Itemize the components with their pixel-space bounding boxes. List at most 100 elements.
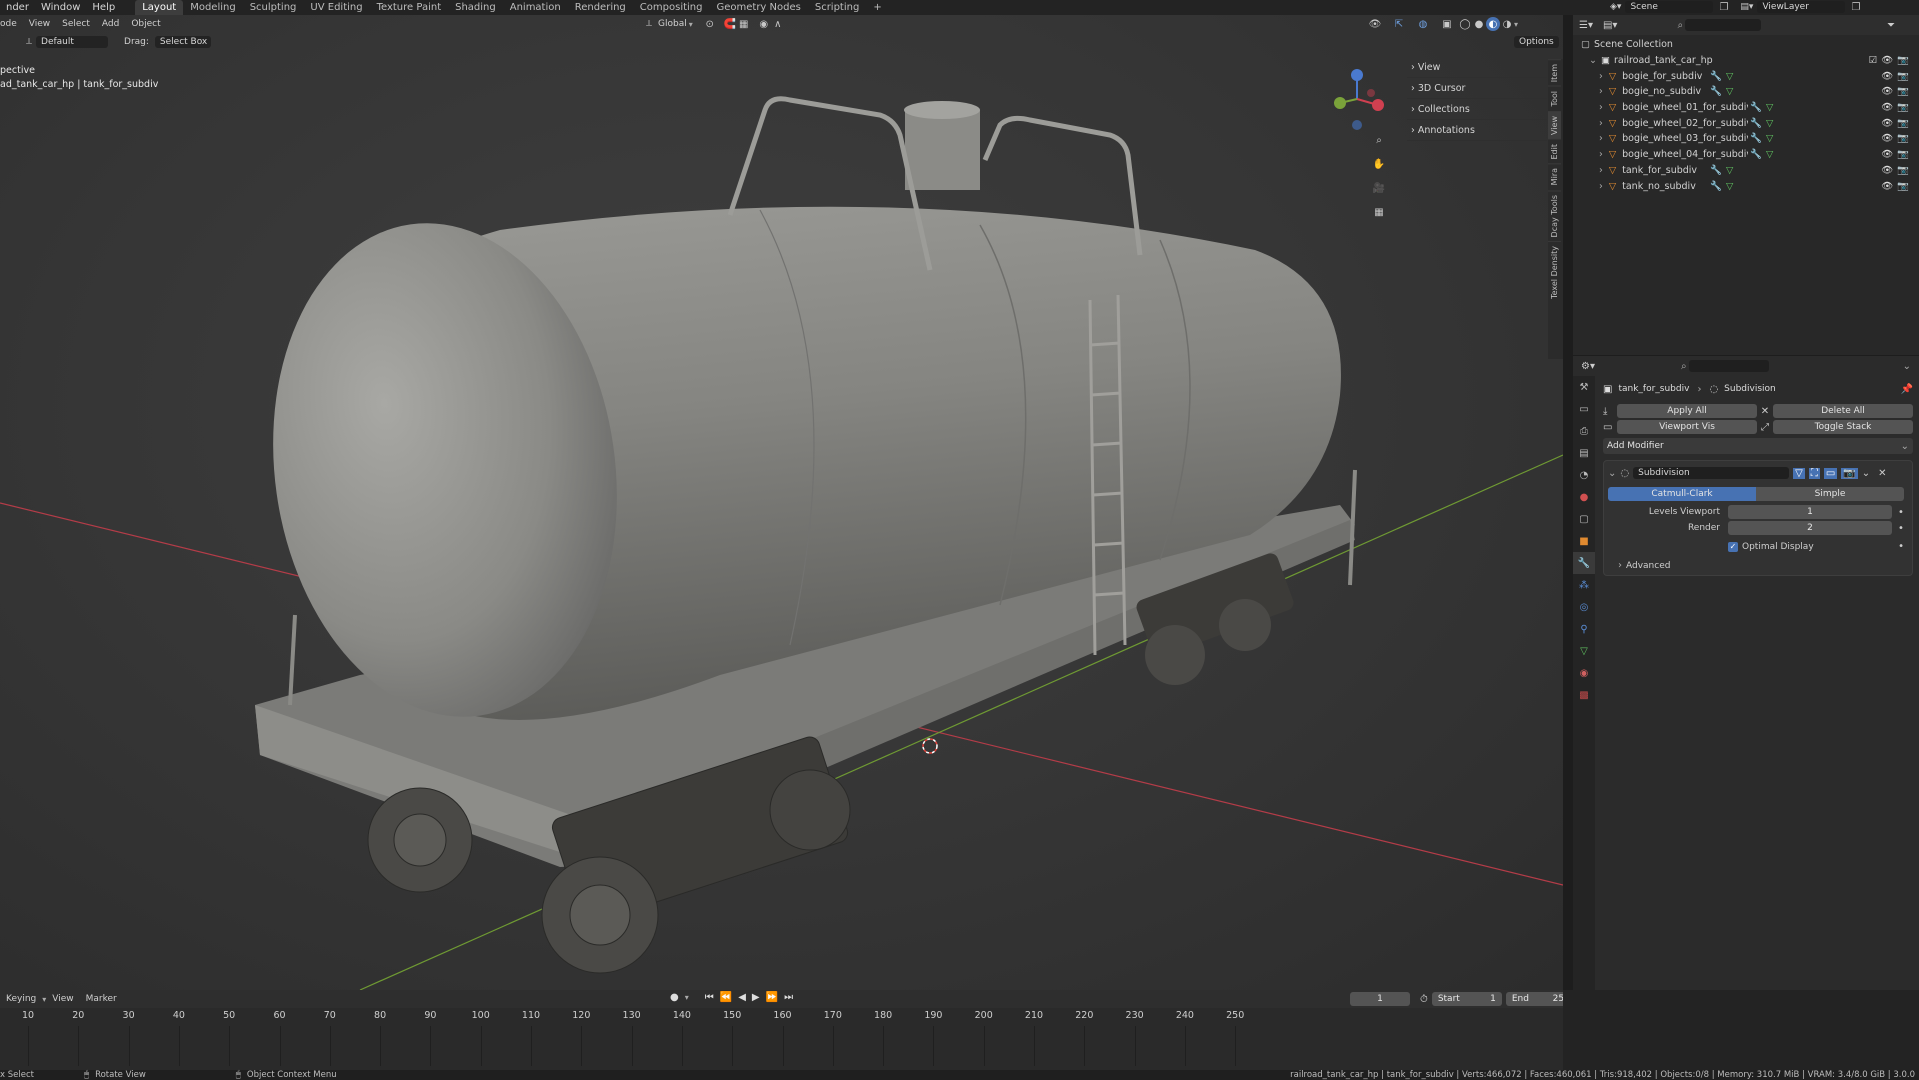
viewport-display-icon[interactable]: ▭ <box>1823 467 1838 479</box>
outliner-object-row[interactable]: › ▽ tank_for_subdiv 🔧 ▽ 👁 📷 <box>1581 163 1919 179</box>
output-tab-icon[interactable]: ⎙ <box>1573 420 1595 442</box>
display-mode-icon[interactable]: ▤▾ <box>1603 20 1617 31</box>
delete-all-button[interactable]: Delete All <box>1773 404 1913 418</box>
modifier-name-field[interactable]: Subdivision <box>1633 467 1790 479</box>
constraints-tab-icon[interactable]: ⚲ <box>1573 618 1595 640</box>
tool-tab-icon[interactable]: ⚒ <box>1573 376 1595 398</box>
view-layer-tab-icon[interactable]: ▤ <box>1573 442 1595 464</box>
falloff-icon[interactable]: ∧ <box>771 17 785 31</box>
render-camera-icon[interactable]: 📷 <box>1897 181 1909 192</box>
add-workspace-button[interactable]: + <box>866 0 888 15</box>
scene-icon[interactable]: ◈▾ <box>1610 2 1621 12</box>
advanced-subpanel[interactable]: › Advanced <box>1608 560 1908 571</box>
editor-type-icon[interactable]: ⚙▾ <box>1581 361 1595 372</box>
scene-field[interactable]: Scene <box>1625 1 1714 13</box>
navigation-gizmo[interactable] <box>1328 63 1386 135</box>
render-display-icon[interactable]: 📷 <box>1841 467 1858 479</box>
particles-tab-icon[interactable]: ⁂ <box>1573 574 1595 596</box>
chevron-right-icon[interactable]: › <box>1599 86 1603 97</box>
wrench-icon[interactable]: 🔧 <box>1750 102 1762 113</box>
outliner-object-row[interactable]: › ▽ bogie_wheel_03_for_subdiv 🔧 ▽ 👁 📷 <box>1581 131 1919 147</box>
pin-icon[interactable]: 📌 <box>1901 384 1913 395</box>
eye-icon[interactable]: 👁 <box>1881 165 1893 176</box>
world-tab-icon[interactable]: ● <box>1573 486 1595 508</box>
wrench-icon[interactable]: 🔧 <box>1710 86 1722 97</box>
eye-icon[interactable]: 👁 <box>1881 133 1893 144</box>
menu-window[interactable]: Window <box>35 0 86 15</box>
keyframe-dot-icon[interactable]: • <box>1898 523 1904 534</box>
optimal-display-checkbox[interactable]: ✓ <box>1728 541 1738 552</box>
checkbox-icon[interactable]: ☑ <box>1869 55 1878 66</box>
render-camera-icon[interactable]: 📷 <box>1897 118 1909 129</box>
viewlayer-field[interactable]: ViewLayer <box>1757 1 1846 13</box>
mesh-data-icon[interactable]: ▽ <box>1726 71 1733 82</box>
eye-icon[interactable]: 👁 <box>1881 102 1893 113</box>
texture-tab-icon[interactable]: ▩ <box>1573 684 1595 706</box>
physics-tab-icon[interactable]: ◎ <box>1573 596 1595 618</box>
options-dropdown[interactable]: Options <box>1514 36 1559 48</box>
shading-wireframe-icon[interactable]: ◯ <box>1458 17 1472 31</box>
viewport-vis-button[interactable]: Viewport Vis <box>1617 420 1757 434</box>
keyframe-dot-icon[interactable]: • <box>1898 507 1904 518</box>
grid-view-icon[interactable]: ▦ <box>1372 205 1386 219</box>
mesh-data-icon[interactable]: ▽ <box>1726 86 1733 97</box>
mesh-data-icon[interactable]: ▽ <box>1766 133 1773 144</box>
render-camera-icon[interactable]: 📷 <box>1897 71 1909 82</box>
data-tab-icon[interactable]: ▽ <box>1573 640 1595 662</box>
tab-animation[interactable]: Animation <box>503 0 568 15</box>
outliner-collection-row[interactable]: ⌄ ▣ railroad_tank_car_hp ☑ 👁 📷 <box>1581 53 1919 69</box>
panel-view[interactable]: › View <box>1407 57 1547 78</box>
modifier-tab-icon[interactable]: 🔧 <box>1573 552 1595 574</box>
sidebar-tab-edit[interactable]: Edit <box>1548 138 1561 164</box>
outliner-object-row[interactable]: › ▽ bogie_wheel_02_for_subdiv 🔧 ▽ 👁 📷 <box>1581 115 1919 131</box>
proportional-edit-icon[interactable]: ◉ <box>757 17 771 31</box>
apply-all-button[interactable]: Apply All <box>1617 404 1757 418</box>
tab-rendering[interactable]: Rendering <box>568 0 633 15</box>
zoom-icon[interactable]: ⌕ <box>1372 133 1386 147</box>
snap-icon[interactable]: 🧲 <box>723 17 737 31</box>
snap-grid-icon[interactable]: ▦ <box>737 17 751 31</box>
sidebar-tab-texel-density[interactable]: Texel Density <box>1548 241 1561 303</box>
edit-mode-icon[interactable]: ▽ <box>1793 467 1805 479</box>
3d-viewport[interactable]: ode View Select Add Object ⟂ Global ▾ ⊙ … <box>0 15 1563 990</box>
sidebar-tab-decal-tools[interactable]: Dcay Tools <box>1548 189 1561 242</box>
shading-rendered-icon[interactable]: ◑ <box>1500 17 1514 31</box>
wrench-icon[interactable]: 🔧 <box>1710 181 1722 192</box>
collection-tab-icon[interactable]: ▢ <box>1573 508 1595 530</box>
editor-type-icon[interactable]: ☰▾ <box>1579 20 1593 31</box>
sidebar-tab-view[interactable]: View <box>1548 110 1561 139</box>
shading-material-icon[interactable]: ◐ <box>1486 17 1500 31</box>
render-camera-icon[interactable]: 📷 <box>1897 86 1909 97</box>
scene-copy-icon[interactable]: ❐ <box>1719 2 1728 13</box>
panel-collections[interactable]: › Collections <box>1407 99 1547 120</box>
viewport-menu-add[interactable]: Add <box>96 15 125 33</box>
eye-icon[interactable]: 👁 <box>1881 55 1893 66</box>
chevron-down-icon[interactable]: ⌄ <box>1608 468 1616 479</box>
pan-hand-icon[interactable]: ✋ <box>1372 157 1386 171</box>
viewport-menu-object[interactable]: Object <box>125 15 166 33</box>
outliner-scene-collection[interactable]: ▢ Scene Collection <box>1581 37 1919 53</box>
tab-modeling[interactable]: Modeling <box>183 0 243 15</box>
outliner-search-input[interactable] <box>1685 19 1762 31</box>
chevron-right-icon[interactable]: › <box>1599 118 1603 129</box>
viewlayer-copy-icon[interactable]: ❐ <box>1851 2 1860 13</box>
tab-shading[interactable]: Shading <box>448 0 503 15</box>
eye-icon[interactable]: 👁 <box>1881 118 1893 129</box>
tab-layout[interactable]: Layout <box>135 0 184 15</box>
chevron-right-icon[interactable]: › <box>1599 71 1603 82</box>
viewlayer-icon[interactable]: ▤▾ <box>1740 2 1753 12</box>
render-levels-field[interactable]: 2 <box>1728 521 1892 535</box>
panel-annotations[interactable]: › Annotations <box>1407 120 1547 141</box>
wrench-icon[interactable]: 🔧 <box>1710 71 1722 82</box>
close-icon[interactable]: ✕ <box>1878 468 1886 479</box>
menu-help[interactable]: Help <box>86 0 121 15</box>
eye-icon[interactable]: 👁 <box>1881 149 1893 160</box>
viewport-menu-view[interactable]: View <box>23 15 56 33</box>
tab-geometry-nodes[interactable]: Geometry Nodes <box>709 0 807 15</box>
add-modifier-dropdown[interactable]: Add Modifier ⌄ <box>1603 438 1913 454</box>
chevron-down-icon[interactable]: ⌄ <box>1903 361 1911 372</box>
toggle-stack-button[interactable]: Toggle Stack <box>1773 420 1913 434</box>
catmull-clark-button[interactable]: Catmull-Clark <box>1608 487 1756 501</box>
properties-search-input[interactable] <box>1688 360 1769 372</box>
shading-solid-icon[interactable]: ● <box>1472 17 1486 31</box>
